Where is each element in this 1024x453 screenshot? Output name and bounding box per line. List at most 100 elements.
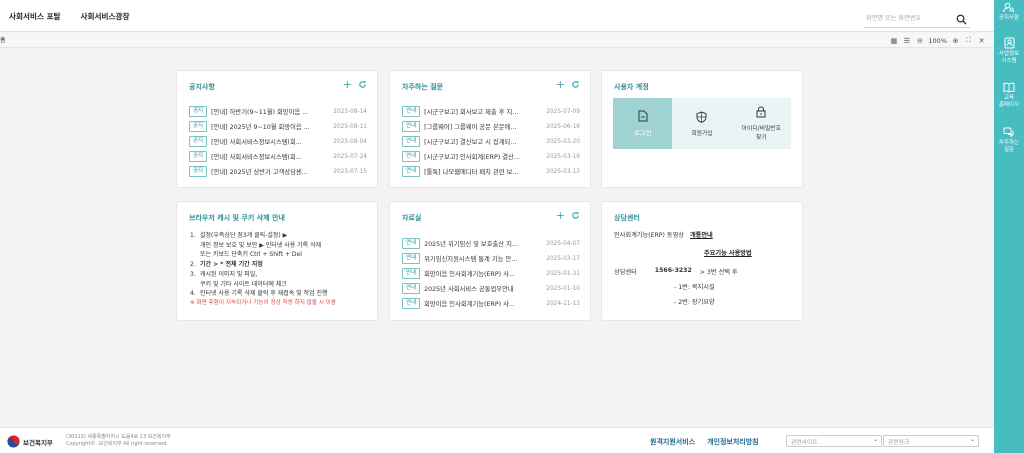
list-item[interactable]: 안내 회망이음 인사회계기능(ERP) 사... 2025-01-31 (402, 267, 580, 280)
list-item-date: 2025-07-15 (333, 168, 367, 175)
list-item-text[interactable]: 회망이음 인사회계기능(ERP) 사... (424, 299, 538, 308)
list-item-date: 2025-03-13 (546, 168, 580, 175)
notice-actions: + (337, 79, 367, 90)
list-item-date: 2025-03-17 (546, 255, 580, 262)
faq-refresh-icon[interactable] (571, 80, 580, 89)
related-sites-select[interactable]: 관련사이트 ⌄ (786, 435, 882, 447)
zoom-out-icon[interactable]: ⊖ (915, 36, 924, 45)
join-button[interactable]: 회원가입 (672, 98, 731, 149)
list-item[interactable]: 안내 위기임신지원시스템 통계 기능 안... 2025-03-17 (402, 252, 580, 265)
list-item-text[interactable]: [안내] 사회서비스정보시스템(회... (211, 137, 325, 146)
library-badge: 안내 (402, 253, 421, 264)
notice-badge: 공지 (189, 121, 208, 132)
quick-notice[interactable]: 공지사항 (994, 2, 1024, 22)
ministry-name: 보건복지부 (23, 438, 53, 447)
guide-warning: ※ 화면 후험이 지속되거나 기능이 정상 작동 하지 않을 시 이용 (190, 299, 336, 306)
list-item-text[interactable]: [시군구보고] 회사보고 제출 후 지... (424, 107, 538, 116)
consult-sub-2: - 2번: 장기요양 (674, 299, 715, 306)
list-item[interactable]: 공지 [안내] 사회서비스정보시스템(회... 2025-08-04 (189, 135, 367, 148)
library-more-icon[interactable]: + (556, 210, 565, 221)
guide-line: 또는 키보드 단축키 Ctrl + Shift + Del (200, 251, 302, 259)
related-links-select[interactable]: 관련링크 ⌄ (883, 435, 979, 447)
list-item[interactable]: 안내 [시군구보고] 결산보고 시 집계되... 2025-03-20 (402, 135, 580, 148)
quick-faq-label: 자주하는 질문 (998, 140, 1020, 153)
list-item-date: 2025-06-18 (546, 123, 580, 130)
quick-business-system[interactable]: 사업정보 시스템 (994, 37, 1024, 64)
list-item[interactable]: 공지 [안내] 사회서비스정보시스템(회... 2025-07-24 (189, 150, 367, 163)
faq-more-icon[interactable]: + (556, 79, 565, 90)
list-view-icon[interactable]: ☰ (902, 36, 911, 45)
list-item-date: 2025-03-20 (546, 138, 580, 145)
footer-address-line: (30113) 세종특별자치시 도움4로 13 보건복지부 (66, 434, 171, 440)
search-icon[interactable] (956, 14, 967, 25)
remote-support-link[interactable]: 원격지원서비스 (650, 437, 695, 447)
library-actions: + (550, 210, 580, 221)
grid-view-icon[interactable]: ▦ (889, 36, 898, 45)
nav-social-service-portal[interactable]: 사회서비스 포탈 (9, 11, 61, 22)
library-badge: 안내 (402, 238, 421, 249)
list-item-date: 2025-04-07 (546, 240, 580, 247)
browser-guide-card: 브라우저 캐시 및 쿠키 삭제 안내 1. 설정(우측상단 점3개 클릭-설정) … (176, 201, 378, 321)
join-label: 회원가입 (691, 130, 713, 137)
guide-line: 1. 설정(우측상단 점3개 클릭-설정) ▶ (190, 232, 288, 239)
list-item-text[interactable]: [시군구보고] 인사회계(ERP) 결산... (424, 152, 538, 161)
library-badge: 안내 (402, 268, 421, 279)
list-item-text[interactable]: 2025년 위기임신 및 보호출산 지... (424, 239, 538, 248)
footer: 보건복지부 (30113) 세종특별자치시 도움4로 13 보건복지부 Copy… (0, 427, 994, 453)
list-item-text[interactable]: [툴툭] 나모웹에디터 패치 관련 보... (424, 167, 538, 176)
tab-bar: 홈 ▦ ☰ ⊖ 100% ⊕ ⛶ ✕ (0, 33, 994, 48)
list-item-text[interactable]: [그룹웨어] 그룹웨어 공문 본문에... (424, 122, 538, 131)
faq-title: 자주하는 질문 (402, 83, 444, 91)
list-item[interactable]: 공지 [안내] 2025년 9~10월 회망이음 ... 2025-08-11 (189, 120, 367, 133)
notice-more-icon[interactable]: + (343, 79, 352, 90)
list-item-date: 2025-07-24 (333, 153, 367, 160)
find-account-button[interactable]: 아이디/비밀번호 찾기 (732, 98, 791, 149)
list-item[interactable]: 안내 회망이음 인사회계기능(ERP) 사... 2024-11-13 (402, 297, 580, 310)
close-icon[interactable]: ✕ (977, 36, 986, 45)
lock-icon (756, 106, 766, 118)
tab-home[interactable]: 홈 (0, 35, 6, 44)
list-item-text[interactable]: 회망이음 인사회계기능(ERP) 사... (424, 269, 538, 278)
list-item-text[interactable]: 위기임신지원시스템 통계 기능 안... (424, 254, 538, 263)
list-item[interactable]: 안내 2025년 위기임신 및 보호출산 지... 2025-04-07 (402, 237, 580, 250)
erp-video-text: 인사회계기능(ERP) 동영상 (614, 232, 684, 239)
center-label: 상담센터 (614, 269, 637, 276)
list-item[interactable]: 안내 [시군구보고] 회사보고 제출 후 지... 2025-07-09 (402, 105, 580, 118)
zoom-in-icon[interactable]: ⊕ (951, 36, 960, 45)
list-item-text[interactable]: [안내] 하반기(9~11월) 회망이음 ... (211, 107, 325, 116)
center-phone: 1566-3232 (654, 267, 692, 274)
account-actions: 로그인 회원가입 아이디/비밀번호 찾기 (613, 98, 791, 149)
search-input[interactable] (864, 12, 954, 22)
privacy-policy-link[interactable]: 개인정보처리방침 (707, 437, 759, 447)
quick-education[interactable]: 교육 홈페이지 (994, 82, 1024, 108)
list-item[interactable]: 안내 [그룹웨어] 그룹웨어 공문 본문에... 2025-06-18 (402, 120, 580, 133)
library-refresh-icon[interactable] (571, 211, 580, 220)
browser-guide-title: 브라우저 캐시 및 쿠키 삭제 안내 (189, 214, 285, 222)
list-item-date: 2025-08-14 (333, 108, 367, 115)
quick-faq[interactable]: 자주하는 질문 (994, 127, 1024, 153)
list-item-text[interactable]: [시군구보고] 결산보고 시 집계되... (424, 137, 538, 146)
list-item-text[interactable]: [안내] 2025년 상반기 고객상담센... (211, 167, 325, 176)
list-item[interactable]: 안내 2025년 사회서비스 공통업무안내 2025-01-10 (402, 282, 580, 295)
list-item-text[interactable]: [안내] 2025년 9~10월 회망이음 ... (211, 122, 325, 131)
footer-address: (30113) 세종특별자치시 도움4로 13 보건복지부 Copyright©… (66, 434, 171, 448)
top-header: 사회서비스 포탈 사회서비스광장 (0, 0, 994, 32)
consult-card: 상담센터 인사회계기능(ERP) 동영상 개통안내 주요기능 사용방법 상담센터 1… (601, 201, 803, 321)
list-item-text[interactable]: 2025년 사회서비스 공통업무안내 (424, 284, 538, 293)
guide-line: 2. 기간 > * 전체 기간 지정 (190, 261, 263, 269)
search-box (864, 12, 970, 28)
login-button[interactable]: 로그인 (613, 98, 673, 149)
list-item[interactable]: 공지 [안내] 하반기(9~11월) 회망이음 ... 2025-08-14 (189, 105, 367, 118)
fullscreen-icon[interactable]: ⛶ (964, 36, 973, 45)
list-item[interactable]: 안내 [시군구보고] 인사회계(ERP) 결산... 2025-03-18 (402, 150, 580, 163)
nav-social-service-plaza[interactable]: 사회서비스광장 (81, 11, 130, 22)
list-item[interactable]: 공지 [안내] 2025년 상반기 고객상담센... 2025-07-15 (189, 165, 367, 178)
list-item[interactable]: 안내 [툴툭] 나모웹에디터 패치 관련 보... 2025-03-13 (402, 165, 580, 178)
faq-badge: 안내 (402, 136, 421, 147)
top-nav: 사회서비스 포탈 사회서비스광장 (9, 0, 149, 32)
list-item-text[interactable]: [안내] 사회서비스정보시스템(회... (211, 152, 325, 161)
erp-open-link[interactable]: 개통안내 (690, 230, 713, 239)
faq-actions: + (550, 79, 580, 90)
notice-refresh-icon[interactable] (358, 80, 367, 89)
major-functions-link[interactable]: 주요기능 사용방법 (704, 250, 752, 257)
